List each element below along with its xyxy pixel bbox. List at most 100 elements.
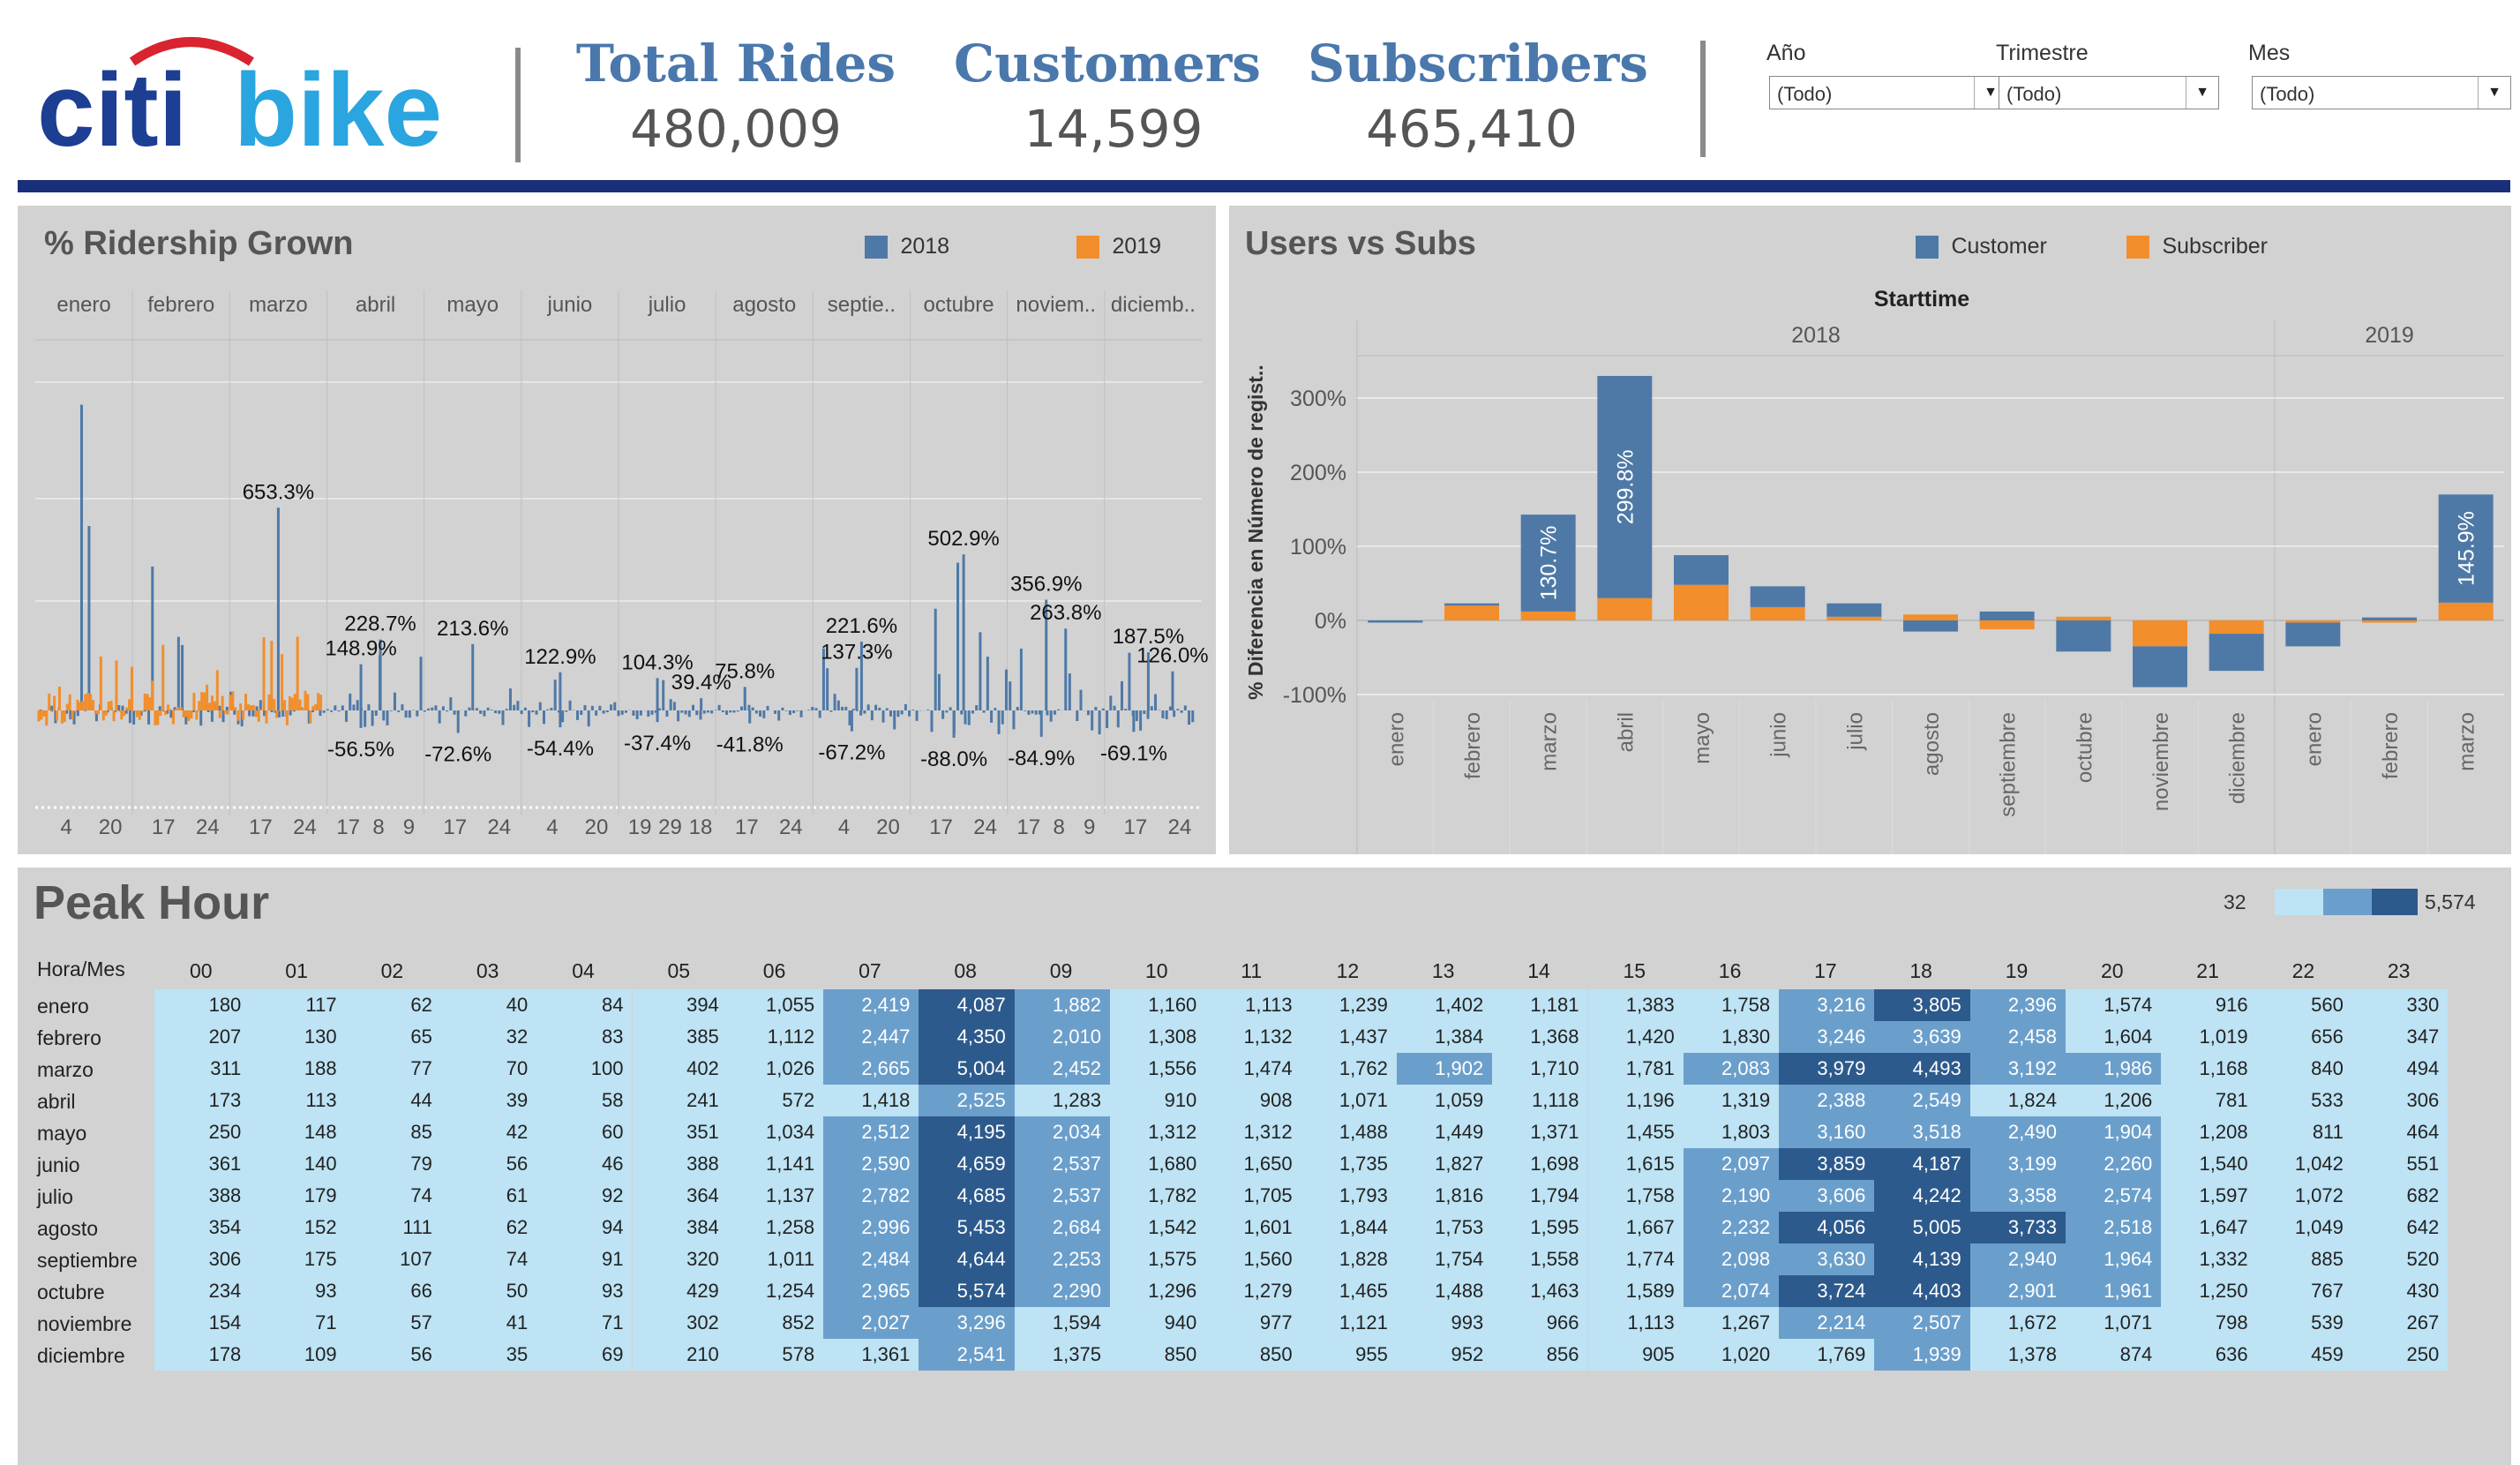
- bar-subscriber: [2362, 620, 2417, 623]
- heatmap-cell: 109: [250, 1339, 346, 1371]
- heatmap-cell: 1,672: [1969, 1307, 2066, 1339]
- heatmap-legend-max: 5,574: [2425, 890, 2476, 913]
- heatmap-cell: 320: [632, 1243, 728, 1275]
- heatmap-cell: 3,639: [1874, 1021, 1970, 1053]
- heatmap-cell: 3,979: [1779, 1053, 1875, 1085]
- heatmap-cell: 267: [2351, 1307, 2449, 1339]
- heatmap-cell: 1,794: [1492, 1180, 1588, 1212]
- heatmap-cell: 520: [2351, 1243, 2449, 1275]
- heatmap-cell: 1,769: [1779, 1339, 1875, 1371]
- x-category-label: agosto: [1920, 712, 1944, 776]
- y-tick-label: -100%: [1283, 683, 1346, 708]
- heatmap-cell: 3,733: [1969, 1212, 2066, 1243]
- filter-mes-label: Mes: [2248, 41, 2291, 65]
- heatmap-cell: 2,083: [1683, 1053, 1780, 1085]
- heatmap-cell: 111: [345, 1212, 441, 1243]
- chevron-down-icon[interactable]: ▼: [2478, 77, 2510, 109]
- day-tick-label: 24: [487, 815, 511, 839]
- heatmap-row-label: septiembre: [37, 1249, 138, 1272]
- heatmap-cell: 1,420: [1587, 1021, 1684, 1053]
- filter-mes-select[interactable]: (Todo) ▼: [2252, 76, 2511, 109]
- heatmap-row-label: noviembre: [37, 1312, 132, 1335]
- heatmap-cell: 1,449: [1396, 1116, 1493, 1148]
- month-label: octubre: [924, 293, 994, 317]
- column-header-starttime: Starttime: [1874, 287, 1969, 312]
- heatmap-column-header: 03: [476, 959, 499, 982]
- heatmap-cell: 2,074: [1683, 1275, 1780, 1307]
- heatmap-cell: 152: [250, 1212, 346, 1243]
- heatmap-cell: 2,253: [1014, 1243, 1110, 1275]
- heatmap-row-label: febrero: [37, 1026, 101, 1049]
- kpi-customers-label: Customers: [954, 34, 1261, 94]
- heatmap-cell: 1,113: [1205, 989, 1301, 1021]
- heatmap-cell: 533: [2256, 1085, 2352, 1116]
- heatmap-cell: 107: [345, 1243, 441, 1275]
- heatmap-cell: 1,705: [1205, 1180, 1301, 1212]
- heatmap-cell: 3,216: [1779, 989, 1875, 1021]
- heatmap-cell: 1,540: [2161, 1148, 2257, 1180]
- spike-annotation: -37.4%: [624, 732, 691, 755]
- heatmap-cell: 39: [440, 1085, 537, 1116]
- month-label: diciemb..: [1111, 293, 1196, 317]
- kpi-total-rides-label: Total Rides: [575, 34, 896, 94]
- y-axis-title: % Diferencia en Número de regist..: [1244, 364, 1267, 700]
- day-tick-label: 8: [1054, 815, 1065, 839]
- heatmap-cell: 2,098: [1683, 1243, 1780, 1275]
- heatmap-cell: 94: [536, 1212, 633, 1243]
- heatmap-cell: 1,939: [1874, 1339, 1970, 1371]
- x-category-label: diciembre: [2226, 712, 2250, 804]
- heatmap-cell: 1,019: [2161, 1021, 2257, 1053]
- heatmap-column-header: 09: [1049, 959, 1073, 982]
- heatmap-column-header: 16: [1718, 959, 1742, 982]
- heatmap-cell: 1,319: [1683, 1085, 1780, 1116]
- heatmap-cell: 4,403: [1874, 1275, 1970, 1307]
- heatmap-cell: 1,560: [1205, 1243, 1301, 1275]
- day-tick-label: 9: [403, 815, 415, 839]
- heatmap-cell: 1,793: [1301, 1180, 1397, 1212]
- day-tick-label: 24: [293, 815, 317, 839]
- heatmap-column-header: 19: [2005, 959, 2029, 982]
- day-tick-label: 17: [929, 815, 953, 839]
- heatmap-cell: 1,986: [2066, 1053, 2162, 1085]
- heatmap-legend: 32 5,574: [2224, 885, 2506, 920]
- heatmap-row-label: diciembre: [37, 1344, 125, 1367]
- heatmap-cell: 32: [440, 1021, 537, 1053]
- filter-trimestre-label: Trimestre: [1996, 41, 2089, 65]
- peak-hour-title: Peak Hour: [34, 876, 270, 929]
- bar-subscriber: [2056, 616, 2111, 620]
- heatmap-cell: 1,383: [1587, 989, 1684, 1021]
- filter-ano-select[interactable]: (Todo) ▼: [1769, 76, 2007, 109]
- bar-customer: [2285, 622, 2341, 647]
- bar-subscriber: [2209, 620, 2264, 635]
- heatmap-cell: 1,279: [1205, 1275, 1301, 1307]
- heatmap-cell: 940: [1110, 1307, 1206, 1339]
- heatmap-cell: 1,844: [1301, 1212, 1397, 1243]
- heatmap-cell: 3,192: [1969, 1053, 2066, 1085]
- heatmap-cell: 1,455: [1587, 1116, 1684, 1148]
- heatmap-cell: 1,283: [1014, 1085, 1110, 1116]
- heatmap-cell: 66: [345, 1275, 441, 1307]
- heatmap-cell: 1,132: [1205, 1021, 1301, 1053]
- heatmap-cell: 4,195: [919, 1116, 1015, 1148]
- day-tick-label: 24: [779, 815, 803, 839]
- heatmap-cell: 2,232: [1683, 1212, 1780, 1243]
- day-tick-label: 17: [1124, 815, 1148, 839]
- heatmap-cell: 459: [2256, 1339, 2352, 1371]
- month-label: mayo: [446, 293, 499, 317]
- citibike-logo: citi bike: [35, 26, 476, 169]
- filter-ano-label: Año: [1766, 41, 1806, 65]
- heatmap-cell: 1,558: [1492, 1243, 1588, 1275]
- heatmap-cell: 1,206: [2066, 1085, 2162, 1116]
- heatmap-cell: 140: [250, 1148, 346, 1180]
- day-tick-label: 17: [735, 815, 759, 839]
- heatmap-cell: 1,026: [727, 1053, 824, 1085]
- heatmap-cell: 2,388: [1779, 1085, 1875, 1116]
- month-label: noviem..: [1016, 293, 1096, 317]
- year-header: 2019: [2365, 323, 2414, 348]
- month-label: abril: [356, 293, 395, 317]
- filter-trimestre-select[interactable]: (Todo) ▼: [1999, 76, 2219, 109]
- heatmap-cell: 1,824: [1969, 1085, 2066, 1116]
- header-divider-left: [515, 48, 521, 162]
- chevron-down-icon[interactable]: ▼: [2186, 77, 2218, 109]
- heatmap-cell: 2,396: [1969, 989, 2066, 1021]
